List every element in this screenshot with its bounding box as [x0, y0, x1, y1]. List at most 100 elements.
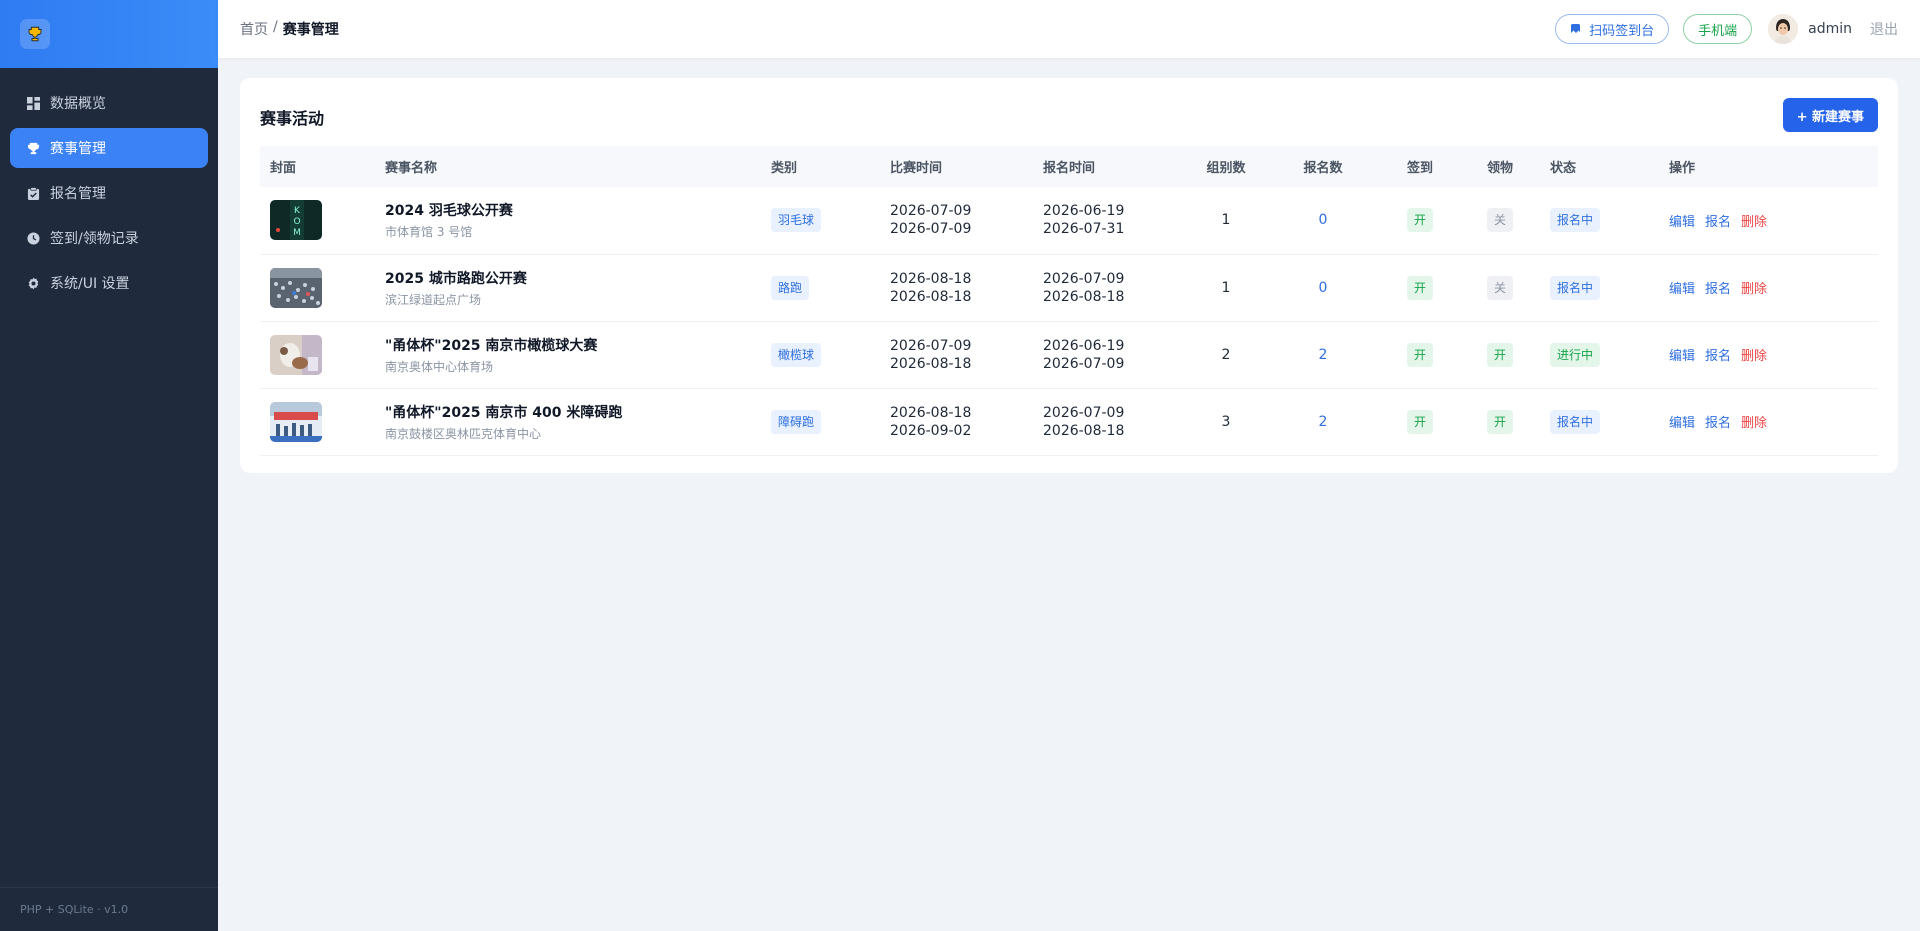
sidebar-item-events[interactable]: 赛事管理	[10, 128, 208, 168]
username[interactable]: admin	[1808, 21, 1852, 37]
match-end: 2026-07-09	[890, 221, 972, 238]
col-match-time: 比赛时间	[890, 161, 943, 176]
table-header-row: 封面 赛事名称 类别 比赛时间 报名时间 组别数 报名数 签到 领物 状态 操作	[260, 146, 1878, 187]
pickup-status: 关	[1486, 208, 1513, 233]
logout-link[interactable]: 退出	[1870, 19, 1898, 39]
match-start: 2026-07-09	[890, 337, 972, 354]
group-count: 1	[1221, 279, 1231, 296]
reg-end: 2026-08-18	[1043, 422, 1125, 439]
col-actions: 操作	[1669, 161, 1696, 176]
checkin-status: 开	[1406, 275, 1433, 300]
checkin-status: 开	[1406, 208, 1433, 233]
dashboard-icon	[26, 96, 40, 110]
col-reg-time: 报名时间	[1043, 161, 1096, 176]
table-row: "甬体杯"2025 南京市 400 米障碍跑 南京鼓楼区奥林匹克体育中心 障碍跑 …	[260, 388, 1878, 455]
event-status: 报名中	[1550, 409, 1601, 434]
event-status: 报名中	[1550, 275, 1601, 300]
sidebar-footer: PHP + SQLite · v1.0	[0, 887, 218, 931]
sidebar-item-dashboard[interactable]: 数据概览	[10, 83, 208, 123]
edit-link[interactable]: 编辑	[1669, 416, 1695, 431]
col-groups: 组别数	[1206, 161, 1246, 176]
new-event-button[interactable]: + 新建赛事	[1782, 98, 1878, 132]
match-end: 2026-08-18	[890, 355, 972, 372]
event-name: "甬体杯"2025 南京市 400 米障碍跑	[385, 404, 623, 421]
sidebar-brand	[0, 0, 218, 68]
event-cover-image[interactable]	[270, 334, 322, 375]
mobile-button[interactable]: 手机端	[1683, 14, 1753, 44]
sidebar-item-label: 系统/UI 设置	[50, 276, 130, 292]
category-tag: 路跑	[771, 275, 810, 300]
delete-link[interactable]: 删除	[1741, 215, 1767, 230]
mobile-label: 手机端	[1698, 23, 1738, 39]
event-name: "甬体杯"2025 南京市橄榄球大赛	[385, 337, 598, 354]
category-tag: 羽毛球	[771, 208, 822, 233]
col-category: 类别	[771, 161, 798, 176]
trophy-icon[interactable]	[20, 19, 50, 49]
reg-start: 2026-07-09	[1043, 404, 1125, 421]
checkin-status: 开	[1406, 342, 1433, 367]
pickup-status: 开	[1486, 409, 1513, 434]
pickup-status: 关	[1486, 275, 1513, 300]
checkin-status: 开	[1406, 409, 1433, 434]
event-venue: 南京鼓楼区奥林匹克体育中心	[385, 426, 542, 441]
breadcrumb-current: 赛事管理	[282, 22, 339, 38]
sidebar-item-settings[interactable]: 系统/UI 设置	[10, 263, 208, 303]
scan-checkin-label: 扫码签到台	[1589, 23, 1655, 39]
sidebar-item-label: 数据概览	[50, 96, 106, 112]
edit-link[interactable]: 编辑	[1669, 282, 1695, 297]
sidebar-item-label: 赛事管理	[50, 141, 106, 157]
edit-link[interactable]: 编辑	[1669, 215, 1695, 230]
delete-link[interactable]: 删除	[1741, 282, 1767, 297]
event-cover-image[interactable]	[270, 267, 322, 308]
clipboard-icon	[26, 186, 40, 200]
delete-link[interactable]: 删除	[1741, 416, 1767, 431]
enroll-link[interactable]: 报名	[1705, 349, 1731, 364]
table-row: KOM 2024 羽毛球公开赛 市体育馆 3 号馆 羽毛球 2026-07-09 2…	[260, 187, 1878, 254]
event-name: 2025 城市路跑公开赛	[385, 270, 527, 287]
match-start: 2026-07-09	[890, 203, 972, 220]
edit-link[interactable]: 编辑	[1669, 349, 1695, 364]
match-start: 2026-08-18	[890, 404, 972, 421]
events-table: 封面 赛事名称 类别 比赛时间 报名时间 组别数 报名数 签到 领物 状态 操作…	[260, 146, 1878, 456]
card-header: 赛事活动 + 新建赛事	[240, 78, 1898, 148]
event-cover-image[interactable]	[270, 401, 322, 442]
trophy-icon	[26, 141, 40, 155]
reg-end: 2026-07-31	[1043, 221, 1125, 238]
table-row: 2025 城市路跑公开赛 滨江绿道起点广场 路跑 2026-08-18 2026-0…	[260, 254, 1878, 321]
event-name: 2024 羽毛球公开赛	[385, 203, 513, 220]
signup-count[interactable]: 0	[1319, 280, 1328, 296]
event-cover-image[interactable]: KOM	[270, 200, 322, 241]
events-card: 赛事活动 + 新建赛事 封面 赛事名称 类别 比赛时间 报名时间 组别数 报名数…	[240, 78, 1898, 473]
svg-text:M: M	[293, 228, 301, 238]
topbar: 首页 / 赛事管理 扫码签到台 手机端 admin 退出	[218, 0, 1920, 58]
scan-checkin-button[interactable]: 扫码签到台	[1555, 14, 1670, 44]
gear-icon	[26, 276, 40, 290]
table-row: "甬体杯"2025 南京市橄榄球大赛 南京奥体中心体育场 橄榄球 2026-07-…	[260, 321, 1878, 388]
sidebar: 数据概览 赛事管理 报名管理 签到/领物记录 系统/UI 设置 PHP + SQ…	[0, 0, 218, 931]
topbar-actions: 扫码签到台 手机端 admin 退出	[1541, 14, 1898, 44]
enroll-link[interactable]: 报名	[1705, 416, 1731, 431]
svg-text:O: O	[293, 217, 300, 227]
match-start: 2026-08-18	[890, 270, 972, 287]
col-pickup: 领物	[1486, 161, 1513, 176]
sidebar-item-checkin-records[interactable]: 签到/领物记录	[10, 218, 208, 258]
event-venue: 市体育馆 3 号馆	[385, 225, 473, 240]
signup-count[interactable]: 2	[1319, 414, 1328, 430]
enroll-link[interactable]: 报名	[1705, 282, 1731, 297]
reg-end: 2026-08-18	[1043, 288, 1125, 305]
category-tag: 障碍跑	[771, 409, 822, 434]
reg-end: 2026-07-09	[1043, 355, 1125, 372]
avatar[interactable]	[1768, 14, 1799, 44]
reg-start: 2026-06-19	[1043, 203, 1125, 220]
sidebar-item-registrations[interactable]: 报名管理	[10, 173, 208, 213]
reg-start: 2026-06-19	[1043, 337, 1125, 354]
clock-icon	[26, 231, 40, 245]
group-count: 2	[1221, 346, 1231, 363]
signup-count[interactable]: 0	[1319, 212, 1328, 228]
breadcrumb-home[interactable]: 首页	[240, 19, 268, 39]
match-end: 2026-09-02	[890, 422, 972, 439]
signup-count[interactable]: 2	[1319, 347, 1328, 363]
delete-link[interactable]: 删除	[1741, 349, 1767, 364]
enroll-link[interactable]: 报名	[1705, 215, 1731, 230]
reg-start: 2026-07-09	[1043, 270, 1125, 287]
